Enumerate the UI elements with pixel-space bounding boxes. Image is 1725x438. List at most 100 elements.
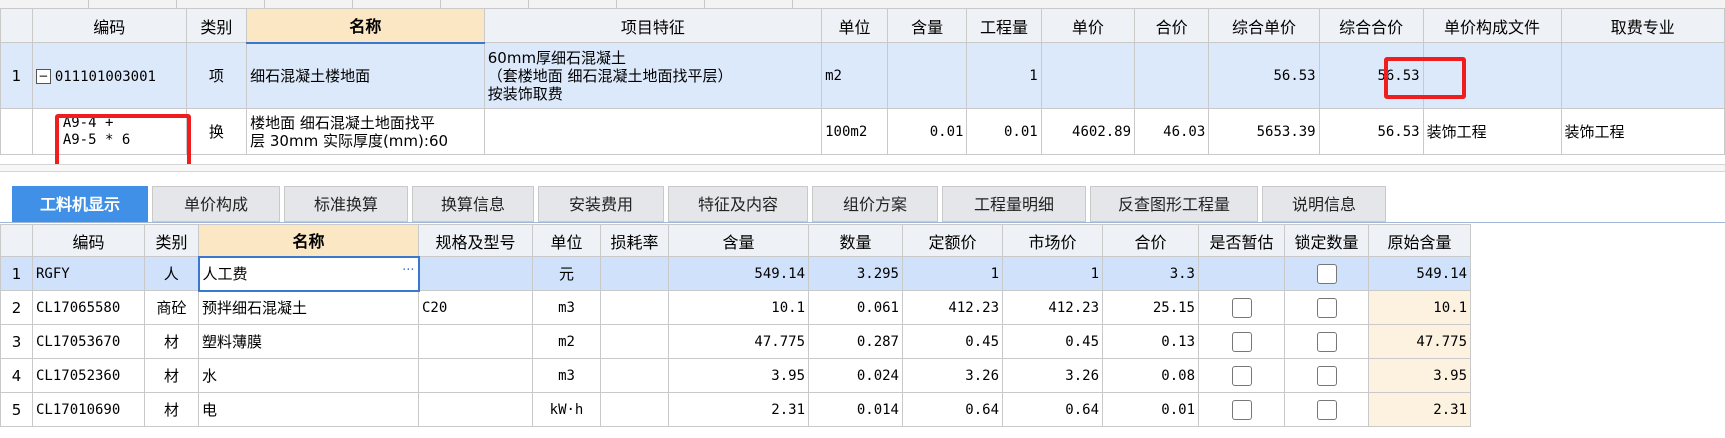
row-quantity[interactable]: 0.01: [966, 108, 1042, 155]
table-row[interactable]: 4 CL17052360 材 水 m3 3.95 0.024 3.26 3.26…: [0, 358, 1471, 393]
row-unit[interactable]: m2: [821, 42, 888, 109]
row-market[interactable]: 1: [1002, 256, 1103, 291]
row-content[interactable]: 3.95: [668, 358, 809, 393]
estimate-checkbox[interactable]: [1231, 365, 1252, 386]
row-quota[interactable]: 0.45: [902, 324, 1003, 359]
row-quota[interactable]: 3.26: [902, 358, 1003, 393]
row-unit[interactable]: m3: [532, 290, 601, 325]
header-fee-specialty[interactable]: 取费专业: [1560, 8, 1725, 43]
row-loss[interactable]: [600, 256, 669, 291]
row-total[interactable]: 25.15: [1102, 290, 1199, 325]
header-market-price[interactable]: 市场价: [1002, 224, 1103, 257]
row-quota[interactable]: 1: [902, 256, 1003, 291]
tab-description-info[interactable]: 说明信息: [1262, 186, 1386, 222]
tab-features-content[interactable]: 特征及内容: [668, 186, 808, 222]
row-type[interactable]: 商砼: [144, 290, 199, 325]
row-spec[interactable]: [418, 392, 533, 427]
header-content[interactable]: 含量: [668, 224, 809, 257]
row-code[interactable]: CL17053670: [32, 324, 145, 359]
table-row[interactable]: 1 RGFY 人 人工费 ··· 元 549.14 3.295 1 1 3.3 5…: [0, 255, 1471, 292]
row-spec[interactable]: C20: [418, 290, 533, 325]
locked-checkbox[interactable]: [1316, 365, 1337, 386]
row-content[interactable]: 47.775: [668, 324, 809, 359]
row-qty[interactable]: 0.287: [808, 324, 903, 359]
header-total[interactable]: 合价: [1102, 224, 1199, 257]
row-fee-specialty[interactable]: 装饰工程: [1560, 108, 1725, 155]
header-loss-rate[interactable]: 损耗率: [600, 224, 669, 257]
row-comp-unit-price[interactable]: 56.53: [1208, 42, 1320, 109]
row-loss[interactable]: [600, 358, 669, 393]
row-qty[interactable]: 0.014: [808, 392, 903, 427]
tab-standard-conversion[interactable]: 标准换算: [284, 186, 408, 222]
locked-checkbox[interactable]: [1316, 297, 1337, 318]
row-market[interactable]: 0.45: [1002, 324, 1103, 359]
row-code[interactable]: CL17052360: [32, 358, 145, 393]
row-code[interactable]: CL17010690: [32, 392, 145, 427]
row-code[interactable]: RGFY: [32, 256, 145, 291]
row-type[interactable]: 材: [144, 392, 199, 427]
row-total[interactable]: 0.08: [1102, 358, 1199, 393]
row-market[interactable]: 3.26: [1002, 358, 1103, 393]
row-qty[interactable]: 3.295: [808, 256, 903, 291]
row-features[interactable]: 60mm厚细石混凝土 （套楼地面 细石混凝土地面找平层） 按装饰取费: [483, 42, 823, 109]
header-code[interactable]: 编码: [31, 8, 187, 43]
row-unit[interactable]: 元: [532, 256, 601, 291]
header-type[interactable]: 类别: [185, 8, 248, 43]
table-row[interactable]: A9-4 + A9-5 * 6 换 楼地面 细石混凝土地面找平 层 30mm 实…: [0, 108, 1725, 155]
header-name[interactable]: 名称: [198, 224, 419, 258]
row-quota[interactable]: 412.23: [902, 290, 1003, 325]
row-type[interactable]: 人: [144, 256, 199, 291]
row-content[interactable]: 10.1: [668, 290, 809, 325]
row-qty[interactable]: 0.061: [808, 290, 903, 325]
header-content[interactable]: 含量: [886, 8, 968, 43]
row-code[interactable]: CL17065580: [32, 290, 145, 325]
header-code[interactable]: 编码: [32, 224, 145, 257]
row-type[interactable]: 材: [144, 358, 199, 393]
row-content[interactable]: 549.14: [668, 256, 809, 291]
pane-splitter[interactable]: [0, 164, 1725, 172]
row-qty[interactable]: 0.024: [808, 358, 903, 393]
row-market[interactable]: 0.64: [1002, 392, 1103, 427]
row-name[interactable]: 塑料薄膜: [198, 324, 419, 359]
header-features[interactable]: 项目特征: [483, 8, 823, 43]
row-spec[interactable]: [418, 256, 533, 291]
row-code-cell[interactable]: −011101003001: [31, 42, 187, 109]
header-name[interactable]: 名称: [246, 8, 485, 44]
row-total[interactable]: 3.3: [1102, 256, 1199, 291]
row-content[interactable]: [886, 42, 968, 109]
row-total-price[interactable]: [1134, 42, 1210, 109]
row-loss[interactable]: [600, 392, 669, 427]
header-type[interactable]: 类别: [144, 224, 199, 257]
header-qty[interactable]: 数量: [808, 224, 903, 257]
header-quantity[interactable]: 工程量: [966, 8, 1042, 43]
header-total-price[interactable]: 合价: [1134, 8, 1210, 43]
row-spec[interactable]: [418, 324, 533, 359]
row-name[interactable]: 人工费 ···: [197, 255, 420, 292]
row-name[interactable]: 预拌细石混凝土: [198, 290, 419, 325]
row-type[interactable]: 材: [144, 324, 199, 359]
header-unit[interactable]: 单位: [821, 8, 888, 43]
table-row[interactable]: 2 CL17065580 商砼 预拌细石混凝土 C20 m3 10.1 0.06…: [0, 290, 1471, 325]
row-name[interactable]: 电: [198, 392, 419, 427]
locked-checkbox[interactable]: [1316, 331, 1337, 352]
estimate-checkbox[interactable]: [1231, 297, 1252, 318]
row-type[interactable]: 换: [185, 108, 248, 155]
row-unit-price[interactable]: 4602.89: [1040, 108, 1136, 155]
row-type[interactable]: 项: [185, 42, 248, 109]
row-price-file[interactable]: 装饰工程: [1422, 108, 1562, 155]
more-options-icon[interactable]: ···: [402, 263, 414, 278]
row-features[interactable]: [483, 108, 823, 155]
locked-checkbox[interactable]: [1316, 263, 1337, 284]
row-total[interactable]: 0.01: [1102, 392, 1199, 427]
row-unit[interactable]: m2: [532, 324, 601, 359]
tab-pricing-plan[interactable]: 组价方案: [812, 186, 938, 222]
row-name[interactable]: 楼地面 细石混凝土地面找平 层 30mm 实际厚度(mm):60: [246, 108, 485, 155]
header-comp-total-price[interactable]: 综合合价: [1318, 8, 1424, 43]
tab-labor-material-machine[interactable]: 工料机显示: [12, 186, 148, 222]
header-spec[interactable]: 规格及型号: [418, 224, 533, 257]
header-unit[interactable]: 单位: [532, 224, 601, 257]
header-estimate[interactable]: 是否暂估: [1198, 224, 1285, 257]
row-total[interactable]: 0.13: [1102, 324, 1199, 359]
row-name[interactable]: 水: [198, 358, 419, 393]
row-loss[interactable]: [600, 290, 669, 325]
